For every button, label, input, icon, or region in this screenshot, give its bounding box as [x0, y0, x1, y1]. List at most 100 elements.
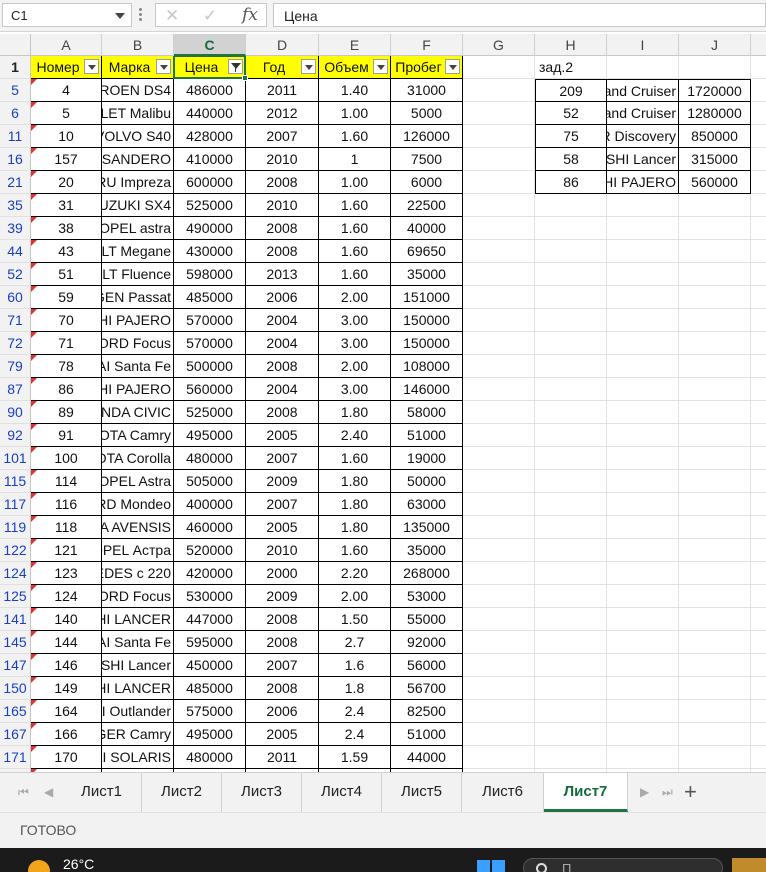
cell-a119[interactable]: 118: [31, 516, 102, 539]
side-cell-h[interactable]: 58: [535, 148, 607, 171]
cell-a141[interactable]: 140: [31, 608, 102, 631]
cell-c167[interactable]: 495000: [174, 723, 246, 746]
row-header[interactable]: 124: [0, 562, 31, 585]
row-header[interactable]: 44: [0, 240, 31, 263]
cell-e165[interactable]: 2.4: [319, 700, 391, 723]
select-all-corner[interactable]: [0, 34, 31, 56]
sheet-tab-7[interactable]: Лист7: [544, 773, 628, 812]
cell-b150[interactable]: MITSUBISHI LANCER: [102, 677, 174, 700]
side-cell-h[interactable]: 52: [535, 102, 607, 125]
cell-b44[interactable]: RENAULT Megane: [102, 240, 174, 263]
cell-f150[interactable]: 56700: [391, 677, 463, 700]
cell-a21[interactable]: 20: [31, 171, 102, 194]
cell-c124[interactable]: 420000: [174, 562, 246, 585]
cell-e5[interactable]: 1.40: [319, 79, 391, 102]
cell-d11[interactable]: 2007: [246, 125, 319, 148]
cell-b72[interactable]: FORD Focus: [102, 332, 174, 355]
cell-f5[interactable]: 31000: [391, 79, 463, 102]
cell-c115[interactable]: 505000: [174, 470, 246, 493]
cell-e115[interactable]: 1.80: [319, 470, 391, 493]
cell-e39[interactable]: 1.60: [319, 217, 391, 240]
row-header[interactable]: 5: [0, 79, 31, 102]
cell-e72[interactable]: 3.00: [319, 332, 391, 355]
cell-c35[interactable]: 525000: [174, 194, 246, 217]
formula-input[interactable]: Цена: [273, 3, 766, 27]
cell-a92[interactable]: 91: [31, 424, 102, 447]
cell-d101[interactable]: 2007: [246, 447, 319, 470]
cell-d71[interactable]: 2004: [246, 309, 319, 332]
cell-c90[interactable]: 525000: [174, 401, 246, 424]
cell-c122[interactable]: 520000: [174, 539, 246, 562]
column-header-d[interactable]: D: [246, 34, 319, 56]
cell-d72[interactable]: 2004: [246, 332, 319, 355]
cell-f167[interactable]: 51000: [391, 723, 463, 746]
cell-c145[interactable]: 595000: [174, 631, 246, 654]
cell-d16[interactable]: 2010: [246, 148, 319, 171]
row-header[interactable]: 11: [0, 125, 31, 148]
cell-a44[interactable]: 43: [31, 240, 102, 263]
cell-c11[interactable]: 428000: [174, 125, 246, 148]
function-icon[interactable]: fx: [242, 5, 258, 25]
cell-f165[interactable]: 82500: [391, 700, 463, 723]
table-header-f[interactable]: Пробег: [391, 56, 463, 79]
column-header-i[interactable]: I: [607, 34, 679, 56]
row-header[interactable]: 92: [0, 424, 31, 447]
cell-d119[interactable]: 2005: [246, 516, 319, 539]
cell-a101[interactable]: 100: [31, 447, 102, 470]
cell-b60[interactable]: VOLKSWAGEN Passat: [102, 286, 174, 309]
cell-a165[interactable]: 164: [31, 700, 102, 723]
cell-b11[interactable]: VOLVO S40: [102, 125, 174, 148]
cell-d171[interactable]: 2011: [246, 746, 319, 769]
cell-b35[interactable]: SUZUKI SX4: [102, 194, 174, 217]
cell-f11[interactable]: 126000: [391, 125, 463, 148]
last-sheet-icon[interactable]: ⏭: [662, 785, 673, 800]
cell-f145[interactable]: 92000: [391, 631, 463, 654]
row-header[interactable]: 72: [0, 332, 31, 355]
row-header[interactable]: 90: [0, 401, 31, 424]
cell-d115[interactable]: 2009: [246, 470, 319, 493]
cell-c141[interactable]: 447000: [174, 608, 246, 631]
cell-c147[interactable]: 450000: [174, 654, 246, 677]
cell-d79[interactable]: 2008: [246, 355, 319, 378]
table-header-a[interactable]: Номер: [31, 56, 102, 79]
cell-d6[interactable]: 2012: [246, 102, 319, 125]
cell-b115[interactable]: OPEL Astra: [102, 470, 174, 493]
cell-f6[interactable]: 5000: [391, 102, 463, 125]
cell-f147[interactable]: 56000: [391, 654, 463, 677]
prev-sheet-icon[interactable]: ◀: [44, 785, 53, 799]
cell-f141[interactable]: 55000: [391, 608, 463, 631]
cell-a60[interactable]: 59: [31, 286, 102, 309]
next-sheet-icon[interactable]: ▶: [640, 785, 649, 799]
row-header[interactable]: 145: [0, 631, 31, 654]
cell-f92[interactable]: 51000: [391, 424, 463, 447]
cell-e11[interactable]: 1.60: [319, 125, 391, 148]
cell-d52[interactable]: 2013: [246, 263, 319, 286]
cell-e101[interactable]: 1.60: [319, 447, 391, 470]
cell-c16[interactable]: 410000: [174, 148, 246, 171]
cell-a117[interactable]: 116: [31, 493, 102, 516]
row-header[interactable]: 39: [0, 217, 31, 240]
cell-e52[interactable]: 1.60: [319, 263, 391, 286]
cell-b141[interactable]: MITSUBISHI LANCER: [102, 608, 174, 631]
cell-a90[interactable]: 89: [31, 401, 102, 424]
cell-f101[interactable]: 19000: [391, 447, 463, 470]
cell-d90[interactable]: 2008: [246, 401, 319, 424]
cell-e141[interactable]: 1.50: [319, 608, 391, 631]
sheet-tab-3[interactable]: Лист3: [222, 773, 302, 812]
row-header[interactable]: 115: [0, 470, 31, 493]
cell-c171[interactable]: 480000: [174, 746, 246, 769]
row-header[interactable]: 1: [0, 56, 31, 79]
cell-a145[interactable]: 144: [31, 631, 102, 654]
cell-b171[interactable]: HYUNDAI SOLARIS: [102, 746, 174, 769]
cell-b16[interactable]: RENAULT SANDERO: [102, 148, 174, 171]
weather-sun-icon[interactable]: [28, 860, 50, 872]
sheet-tab-1[interactable]: Лист1: [62, 773, 142, 812]
column-header-j[interactable]: J: [679, 34, 751, 56]
cell-e44[interactable]: 1.60: [319, 240, 391, 263]
cell-c39[interactable]: 490000: [174, 217, 246, 240]
cell-e119[interactable]: 1.80: [319, 516, 391, 539]
side-cell-i[interactable]: TOYOTA Land Cruiser: [607, 102, 679, 125]
cancel-icon[interactable]: ✕: [165, 6, 179, 26]
taskbar-app-icon[interactable]: [732, 858, 766, 872]
check-icon[interactable]: ✓: [203, 6, 217, 26]
